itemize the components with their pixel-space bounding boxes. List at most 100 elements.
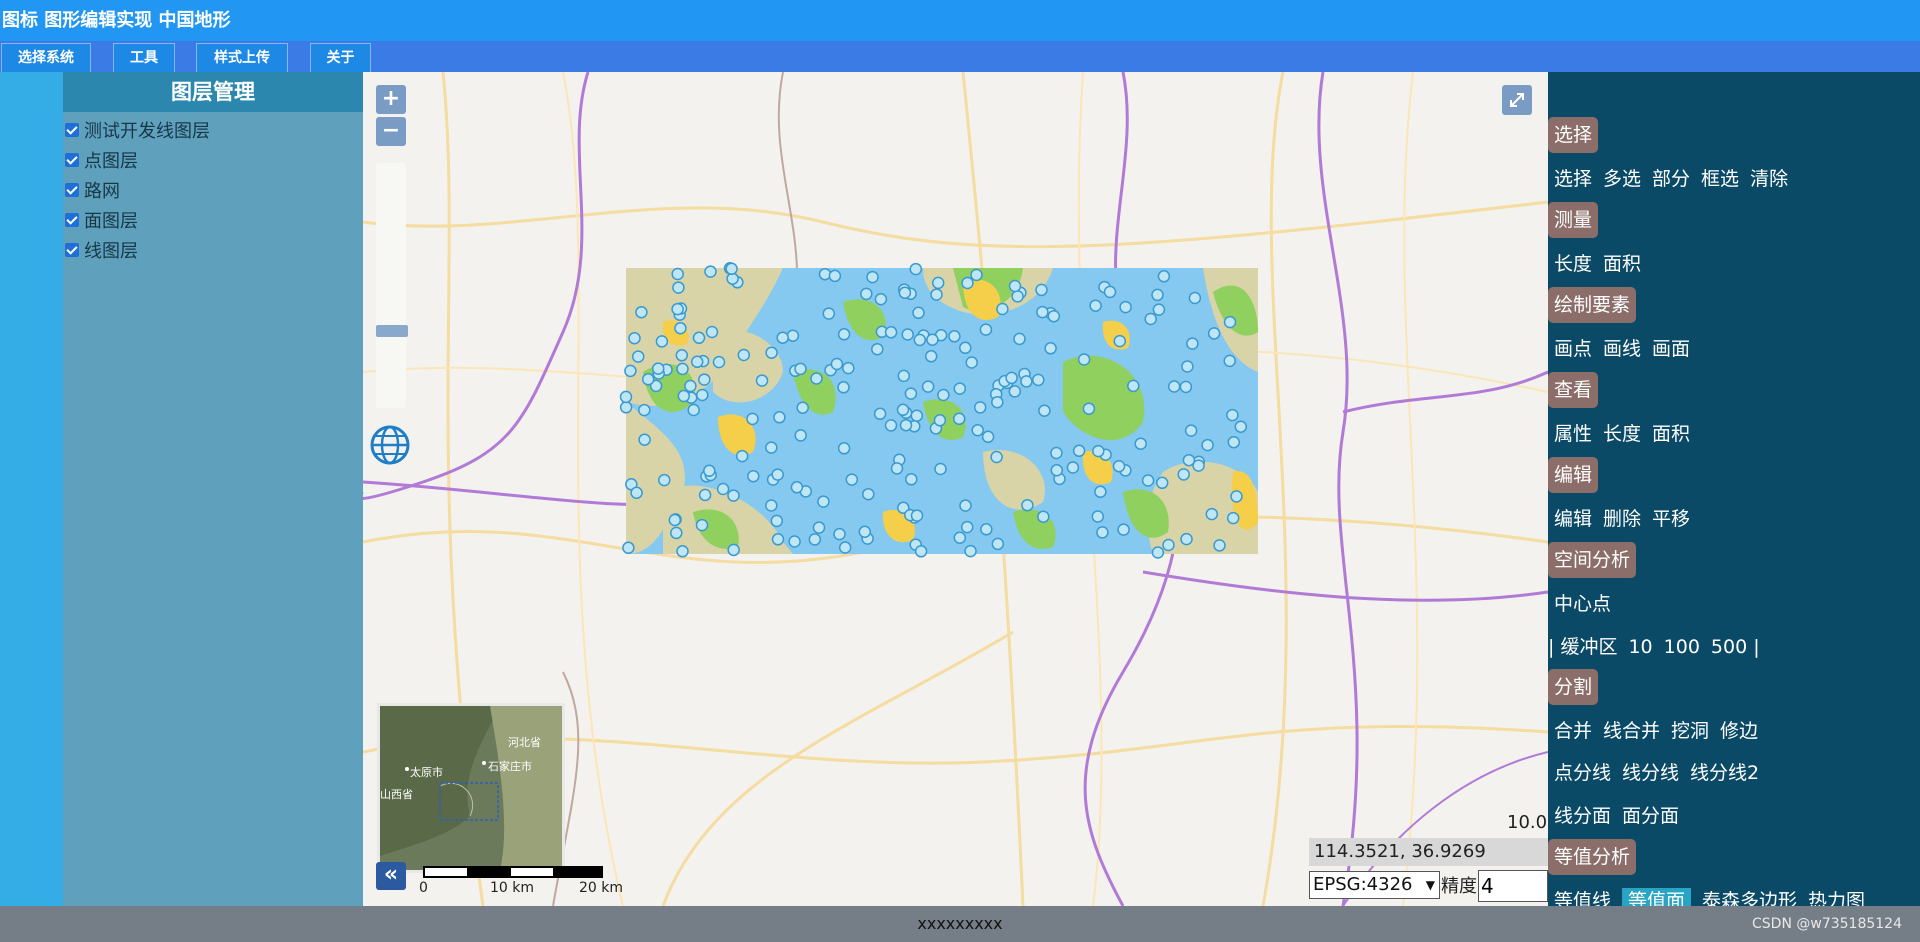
sample-point [810,372,823,385]
sample-point [1094,485,1107,499]
layer-checkbox[interactable] [65,213,79,227]
tool-center-point[interactable]: 中心点 [1554,593,1611,615]
tool-multi-select[interactable]: 多选 [1603,168,1641,190]
sample-point [1020,375,1033,388]
tool-line-split-polygon[interactable]: 线分面 [1554,805,1611,827]
sample-point [1151,288,1164,302]
tool-delete[interactable]: 删除 [1603,508,1641,530]
menu-tools[interactable]: 工具 [113,43,175,72]
zoom-slider-thumb[interactable] [376,325,408,337]
sample-point [651,362,665,375]
sample-point [934,462,947,476]
sample-point [794,429,807,442]
layer-checkbox[interactable] [65,243,79,257]
sample-point [931,276,945,290]
sample-point [619,401,633,414]
sample-point [937,388,950,402]
section-isoline-analysis[interactable]: 等值分析 [1548,839,1637,875]
tool-line-split-line-2[interactable]: 线分线2 [1690,762,1759,784]
overview-map[interactable]: 河北省 太原市 石家庄市 山西省 [377,703,565,873]
layer-item[interactable]: 面图层 [63,205,363,235]
tool-buffer-100[interactable]: 100 [1664,636,1700,658]
tool-select[interactable]: 选择 [1554,168,1592,190]
sample-point [676,545,689,558]
footer-text: xxxxxxxxx [917,914,1003,933]
sample-point [1036,305,1049,319]
section-select[interactable]: 选择 [1548,117,1599,153]
map-view[interactable]: + − 河北省 太原市 石家庄市 山西省 « 0 10 km 20 km 10.… [363,72,1548,906]
sample-point [898,286,912,299]
sample-point [671,302,684,316]
tool-line-merge[interactable]: 线合并 [1603,720,1660,742]
sample-point [1180,532,1193,546]
menu-about[interactable]: 关于 [310,43,371,72]
tool-measure-area[interactable]: 面积 [1603,253,1641,275]
tool-draw-polygon[interactable]: 画面 [1652,338,1690,360]
section-edit[interactable]: 编辑 [1548,457,1599,493]
fullscreen-icon[interactable] [1502,85,1532,115]
tool-buffer[interactable]: | 缓冲区 [1548,636,1617,658]
menu-select-system[interactable]: 选择系统 [1,43,91,72]
tool-clear[interactable]: 清除 [1750,168,1788,190]
tool-view-length[interactable]: 长度 [1603,423,1641,445]
overview-label: 河北省 [508,736,541,749]
crs-select[interactable]: EPSG:4326 ▼ [1309,871,1440,899]
tool-merge[interactable]: 合并 [1554,720,1592,742]
sample-point [996,302,1009,316]
tool-draw-line[interactable]: 画线 [1603,338,1641,360]
section-draw[interactable]: 绘制要素 [1548,287,1637,323]
sample-point [909,262,923,276]
tool-measure-length[interactable]: 长度 [1554,253,1592,275]
tool-view-attributes[interactable]: 属性 [1554,423,1592,445]
sample-point [812,521,826,534]
section-measure[interactable]: 测量 [1548,202,1599,238]
sample-point [858,525,872,539]
layer-item[interactable]: 路网 [63,175,363,205]
layer-panel: 图层管理 测试开发线图层 点图层 路网 面图层 线图层 [63,72,363,906]
sample-point [866,270,879,284]
tool-draw-point[interactable]: 画点 [1554,338,1592,360]
layer-checkbox[interactable] [65,123,79,137]
tool-box-select[interactable]: 框选 [1701,168,1739,190]
tool-buffer-10[interactable]: 10 [1628,636,1652,658]
sample-point [874,292,888,306]
tool-view-area[interactable]: 面积 [1652,423,1690,445]
layer-item[interactable]: 点图层 [63,145,363,175]
sample-point [890,462,904,475]
precision-input[interactable]: 4 [1478,870,1548,902]
tools-panel: 选择 选择 多选 部分 框选 清除 测量 长度 面积 绘制要素 画点 画线 画面 查看 属性长… [1548,72,1920,914]
sample-point [712,355,726,369]
overview-toggle-button[interactable]: « [376,862,406,890]
sample-point [952,412,966,426]
sample-point [747,469,760,483]
tool-trim-edge[interactable]: 修边 [1720,720,1758,742]
layer-checkbox[interactable] [65,183,79,197]
menu-style-upload[interactable]: 样式上传 [196,43,288,72]
layer-item[interactable]: 线图层 [63,235,363,265]
section-view[interactable]: 查看 [1548,372,1599,408]
tool-point-split-line[interactable]: 点分线 [1554,762,1611,784]
tool-cut-hole[interactable]: 挖洞 [1671,720,1709,742]
sample-point [1038,404,1051,417]
tool-edit[interactable]: 编辑 [1554,508,1592,530]
globe-icon[interactable] [369,424,411,470]
sample-point [695,518,709,532]
zoom-slider-track[interactable] [376,163,406,408]
sample-point [1226,408,1239,422]
tool-partial[interactable]: 部分 [1652,168,1690,190]
layer-item[interactable]: 测试开发线图层 [63,115,363,145]
sample-point [1011,290,1024,303]
layer-checkbox[interactable] [65,153,79,167]
tool-line-split-line[interactable]: 线分线 [1622,762,1679,784]
sample-point [1188,291,1202,305]
tool-buffer-500[interactable]: 500 | [1711,636,1760,658]
tool-pan[interactable]: 平移 [1652,508,1690,530]
section-split[interactable]: 分割 [1548,669,1599,705]
sample-point [675,349,689,362]
tool-polygon-split-polygon[interactable]: 面分面 [1622,805,1679,827]
sample-point [674,321,687,335]
sample-point [860,287,873,301]
zoom-in-button[interactable]: + [376,85,406,114]
section-spatial-analysis[interactable]: 空间分析 [1548,542,1637,578]
zoom-out-button[interactable]: − [376,117,406,146]
